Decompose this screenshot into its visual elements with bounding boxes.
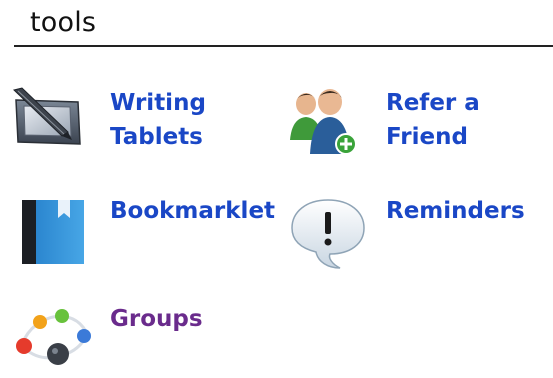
tool-label[interactable]: Groups [110,302,203,336]
reminder-speech-bubble-icon [288,196,368,274]
tool-label[interactable]: Refer a Friend [386,86,480,154]
section-divider [14,45,553,47]
tool-reminders[interactable]: Reminders [288,194,538,274]
groups-network-icon [10,302,94,378]
tool-label[interactable]: Reminders [386,194,525,228]
tool-writing-tablets[interactable]: Writing Tablets [12,84,232,164]
tool-refer-a-friend[interactable]: Refer a Friend [288,84,508,164]
tool-label[interactable]: Bookmarklet [110,194,275,228]
refer-friend-icon [288,84,364,164]
tool-label[interactable]: Writing Tablets [110,86,206,154]
writing-tablet-icon [12,86,84,154]
tool-groups[interactable]: Groups [10,302,230,374]
section-title: tools [30,7,97,38]
bookmark-icon [18,194,88,272]
tool-bookmarklet[interactable]: Bookmarklet [18,194,278,274]
